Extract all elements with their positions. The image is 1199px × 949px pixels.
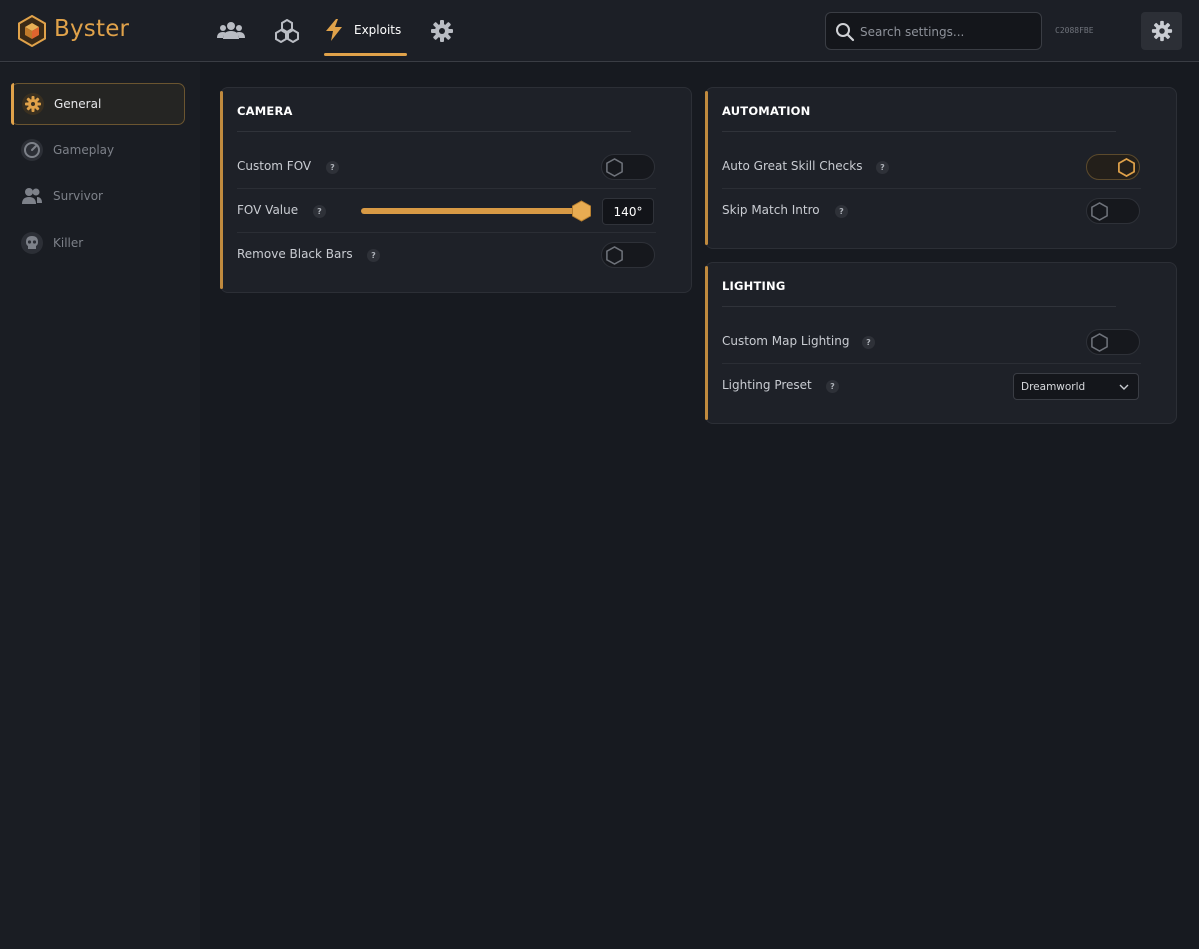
- auto-great-skill-checks-toggle[interactable]: [1086, 154, 1140, 180]
- gear-icon: [22, 93, 44, 115]
- setting-row-custom-fov: Custom FOV ?: [237, 145, 656, 189]
- divider: [722, 131, 1116, 132]
- chevron-down-icon: [1119, 384, 1129, 390]
- hexagon-knob-icon: [1091, 333, 1108, 352]
- top-bar: Byster Exploits Search settings... C2088…: [0, 0, 1199, 62]
- custom-fov-toggle[interactable]: [601, 154, 655, 180]
- setting-label: Lighting Preset: [722, 378, 812, 392]
- lighting-preset-select[interactable]: Dreamworld: [1013, 373, 1139, 400]
- skull-icon: [21, 232, 43, 254]
- sidebar-item-killer[interactable]: Killer: [11, 223, 185, 265]
- help-icon[interactable]: ?: [367, 249, 380, 262]
- bolt-icon: [326, 19, 342, 41]
- gauge-icon: [21, 139, 43, 161]
- setting-label: Auto Great Skill Checks: [722, 159, 863, 173]
- setting-label: Skip Match Intro: [722, 203, 820, 217]
- users-icon: [217, 22, 245, 39]
- search-box[interactable]: [825, 12, 1042, 50]
- setting-label: Remove Black Bars: [237, 247, 353, 261]
- sidebar-item-general[interactable]: General: [11, 83, 185, 125]
- fov-slider-thumb[interactable]: [571, 200, 592, 222]
- custom-map-lighting-toggle[interactable]: [1086, 329, 1140, 355]
- card-title: LIGHTING: [722, 279, 786, 293]
- app-settings-button[interactable]: [1141, 12, 1182, 50]
- active-tab-indicator: [324, 53, 407, 56]
- hexagon-knob-icon: [606, 246, 623, 265]
- tab-exploits[interactable]: Exploits: [324, 16, 407, 56]
- brand-name: Byster: [54, 16, 130, 42]
- setting-row-custom-map-lighting: Custom Map Lighting ?: [722, 320, 1141, 364]
- sidebar-item-gameplay[interactable]: Gameplay: [11, 130, 185, 172]
- help-icon[interactable]: ?: [835, 205, 848, 218]
- search-input[interactable]: [860, 22, 1035, 42]
- nav-users-button[interactable]: [217, 17, 245, 45]
- sidebar-item-label: Gameplay: [53, 143, 115, 157]
- search-icon: [836, 23, 855, 42]
- sidebar-item-label: Killer: [53, 236, 84, 250]
- divider: [237, 131, 631, 132]
- setting-label: Custom Map Lighting: [722, 334, 850, 348]
- device-code: C2088FBE: [1055, 26, 1094, 35]
- card-title: CAMERA: [237, 104, 293, 118]
- byster-logo-icon: [18, 15, 46, 47]
- help-icon[interactable]: ?: [313, 205, 326, 218]
- tab-exploits-label: Exploits: [354, 23, 402, 37]
- help-icon[interactable]: ?: [876, 161, 889, 174]
- hexagon-knob-icon: [1091, 202, 1108, 221]
- nav-settings-button[interactable]: [428, 17, 456, 45]
- cubes-icon: [275, 19, 299, 43]
- hexagon-knob-icon: [1118, 158, 1135, 177]
- sidebar-item-survivor[interactable]: Survivor: [11, 176, 185, 218]
- help-icon[interactable]: ?: [826, 380, 839, 393]
- hexagon-knob-icon: [606, 158, 623, 177]
- divider: [722, 306, 1116, 307]
- help-icon[interactable]: ?: [862, 336, 875, 349]
- remove-black-bars-toggle[interactable]: [601, 242, 655, 268]
- help-icon[interactable]: ?: [326, 161, 339, 174]
- card-title: AUTOMATION: [722, 104, 811, 118]
- select-value: Dreamworld: [1021, 381, 1086, 393]
- setting-row-auto-great-skill-checks: Auto Great Skill Checks ?: [722, 145, 1141, 189]
- sidebar: General Gameplay Survivor Killer: [0, 63, 200, 949]
- sidebar-item-label: General: [54, 97, 102, 111]
- skip-match-intro-toggle[interactable]: [1086, 198, 1140, 224]
- setting-label: Custom FOV: [237, 159, 312, 173]
- gear-icon: [1151, 20, 1172, 42]
- app-window: Byster Exploits Search settings... C2088…: [0, 0, 1199, 949]
- fov-slider-track[interactable]: [361, 208, 583, 214]
- setting-label: FOV Value: [237, 203, 299, 217]
- setting-row-skip-match-intro: Skip Match Intro ?: [722, 189, 1141, 233]
- setting-row-remove-black-bars: Remove Black Bars ?: [237, 233, 656, 277]
- gear-icon: [431, 20, 453, 42]
- fov-value-field[interactable]: 140°: [602, 198, 654, 225]
- users-icon: [21, 185, 43, 207]
- sidebar-item-label: Survivor: [53, 189, 103, 203]
- nav-cubes-button[interactable]: [273, 17, 301, 45]
